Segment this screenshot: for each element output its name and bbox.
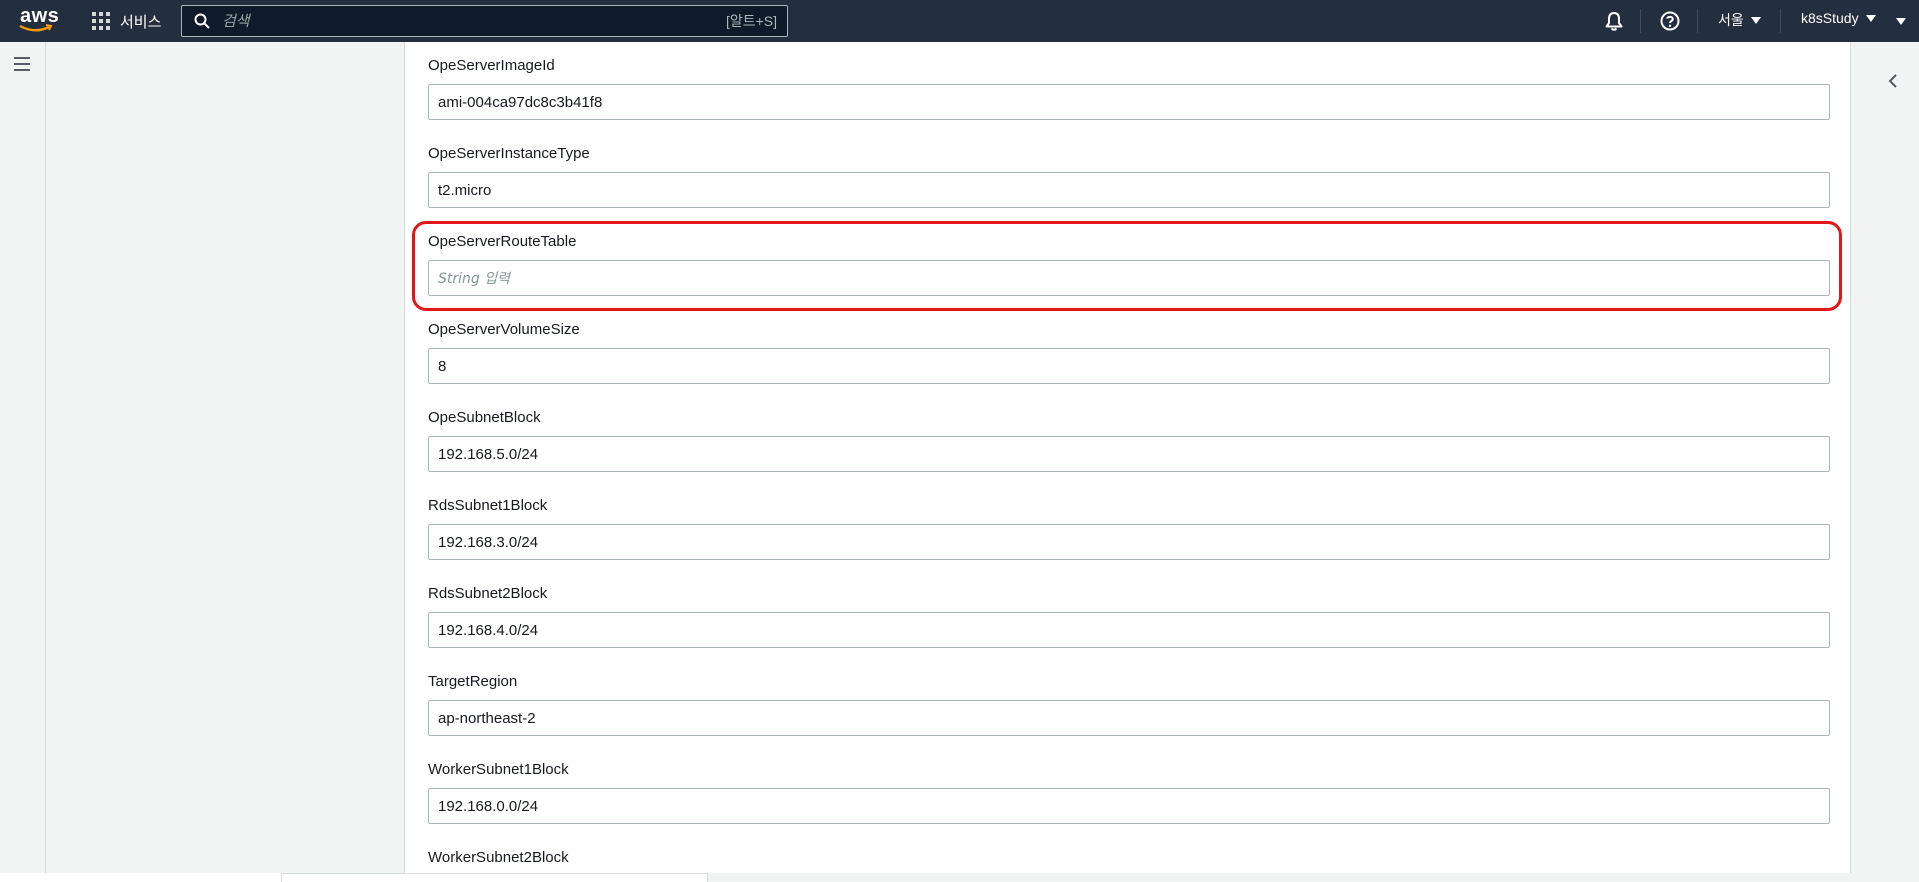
aws-smile-icon xyxy=(19,24,53,32)
worker-subnet1-block-input[interactable] xyxy=(428,788,1830,824)
aws-logo[interactable]: aws xyxy=(18,5,59,34)
field-label: OpeServerVolumeSize xyxy=(428,321,580,338)
ope-server-volume-size-input[interactable] xyxy=(428,348,1830,384)
ope-server-instance-type-input[interactable] xyxy=(428,172,1830,208)
right-panel-collapsed xyxy=(1851,42,1919,882)
field-label: OpeSubnetBlock xyxy=(428,409,541,426)
field-label: OpeServerRouteTable xyxy=(428,233,577,250)
parameter-field: OpeServerImageId xyxy=(428,56,1830,120)
hamburger-icon[interactable] xyxy=(14,57,30,71)
region-label: 서울 xyxy=(1718,12,1744,28)
field-label: WorkerSubnet1Block xyxy=(428,761,569,778)
ope-server-image-id-input[interactable] xyxy=(428,84,1830,120)
parameter-field: OpeServerInstanceType xyxy=(428,144,1830,208)
search-icon xyxy=(194,13,210,29)
target-region-input[interactable] xyxy=(428,700,1830,736)
help-icon[interactable] xyxy=(1659,10,1681,32)
account-label: k8sStudy xyxy=(1801,10,1859,26)
ope-subnet-block-input[interactable] xyxy=(428,436,1830,472)
field-label: RdsSubnet1Block xyxy=(428,497,548,514)
left-sidebar-collapsed xyxy=(0,42,46,882)
services-label: 서비스 xyxy=(120,13,162,31)
rds-subnet2-block-input[interactable] xyxy=(428,612,1830,648)
search-input[interactable] xyxy=(222,12,726,30)
parameter-field: RdsSubnet2Block xyxy=(428,584,1830,648)
region-selector[interactable]: 서울 xyxy=(1718,10,1761,30)
field-label: RdsSubnet2Block xyxy=(428,585,548,602)
parameter-field: TargetRegion xyxy=(428,672,1830,736)
parameter-field: RdsSubnet1Block xyxy=(428,496,1830,560)
field-label: TargetRegion xyxy=(428,673,518,690)
field-label: OpeServerImageId xyxy=(428,57,555,74)
parameter-field: OpeSubnetBlock xyxy=(428,408,1830,472)
services-menu-button[interactable]: 서비스 xyxy=(92,9,161,33)
horizontal-scrollbar[interactable] xyxy=(281,873,708,882)
services-grid-icon xyxy=(92,12,110,30)
bell-icon[interactable] xyxy=(1603,10,1625,32)
field-label: WorkerSubnet2Block xyxy=(428,849,569,866)
global-search[interactable]: [알트+S] xyxy=(181,5,788,37)
search-shortcut-hint: [알트+S] xyxy=(725,13,777,29)
chevron-down-icon xyxy=(1865,14,1876,22)
parameter-field: WorkerSubnet2Block xyxy=(428,848,1830,868)
top-navigation: aws 서비스 [알트+S] 서울 k8sS xyxy=(0,0,1919,42)
ope-server-route-table-input[interactable] xyxy=(428,260,1830,296)
parameter-field: OpeServerRouteTable xyxy=(428,232,1830,296)
parameters-panel: OpeServerImageId OpeServerInstanceType O… xyxy=(404,42,1851,873)
chevron-down-icon[interactable] xyxy=(1896,18,1906,25)
parameter-field: WorkerSubnet1Block xyxy=(428,760,1830,824)
account-menu[interactable]: k8sStudy xyxy=(1801,10,1876,26)
collapse-icon[interactable] xyxy=(1887,72,1899,90)
chevron-down-icon xyxy=(1750,16,1761,24)
rds-subnet1-block-input[interactable] xyxy=(428,524,1830,560)
parameter-field: OpeServerVolumeSize xyxy=(428,320,1830,384)
field-label: OpeServerInstanceType xyxy=(428,145,590,162)
